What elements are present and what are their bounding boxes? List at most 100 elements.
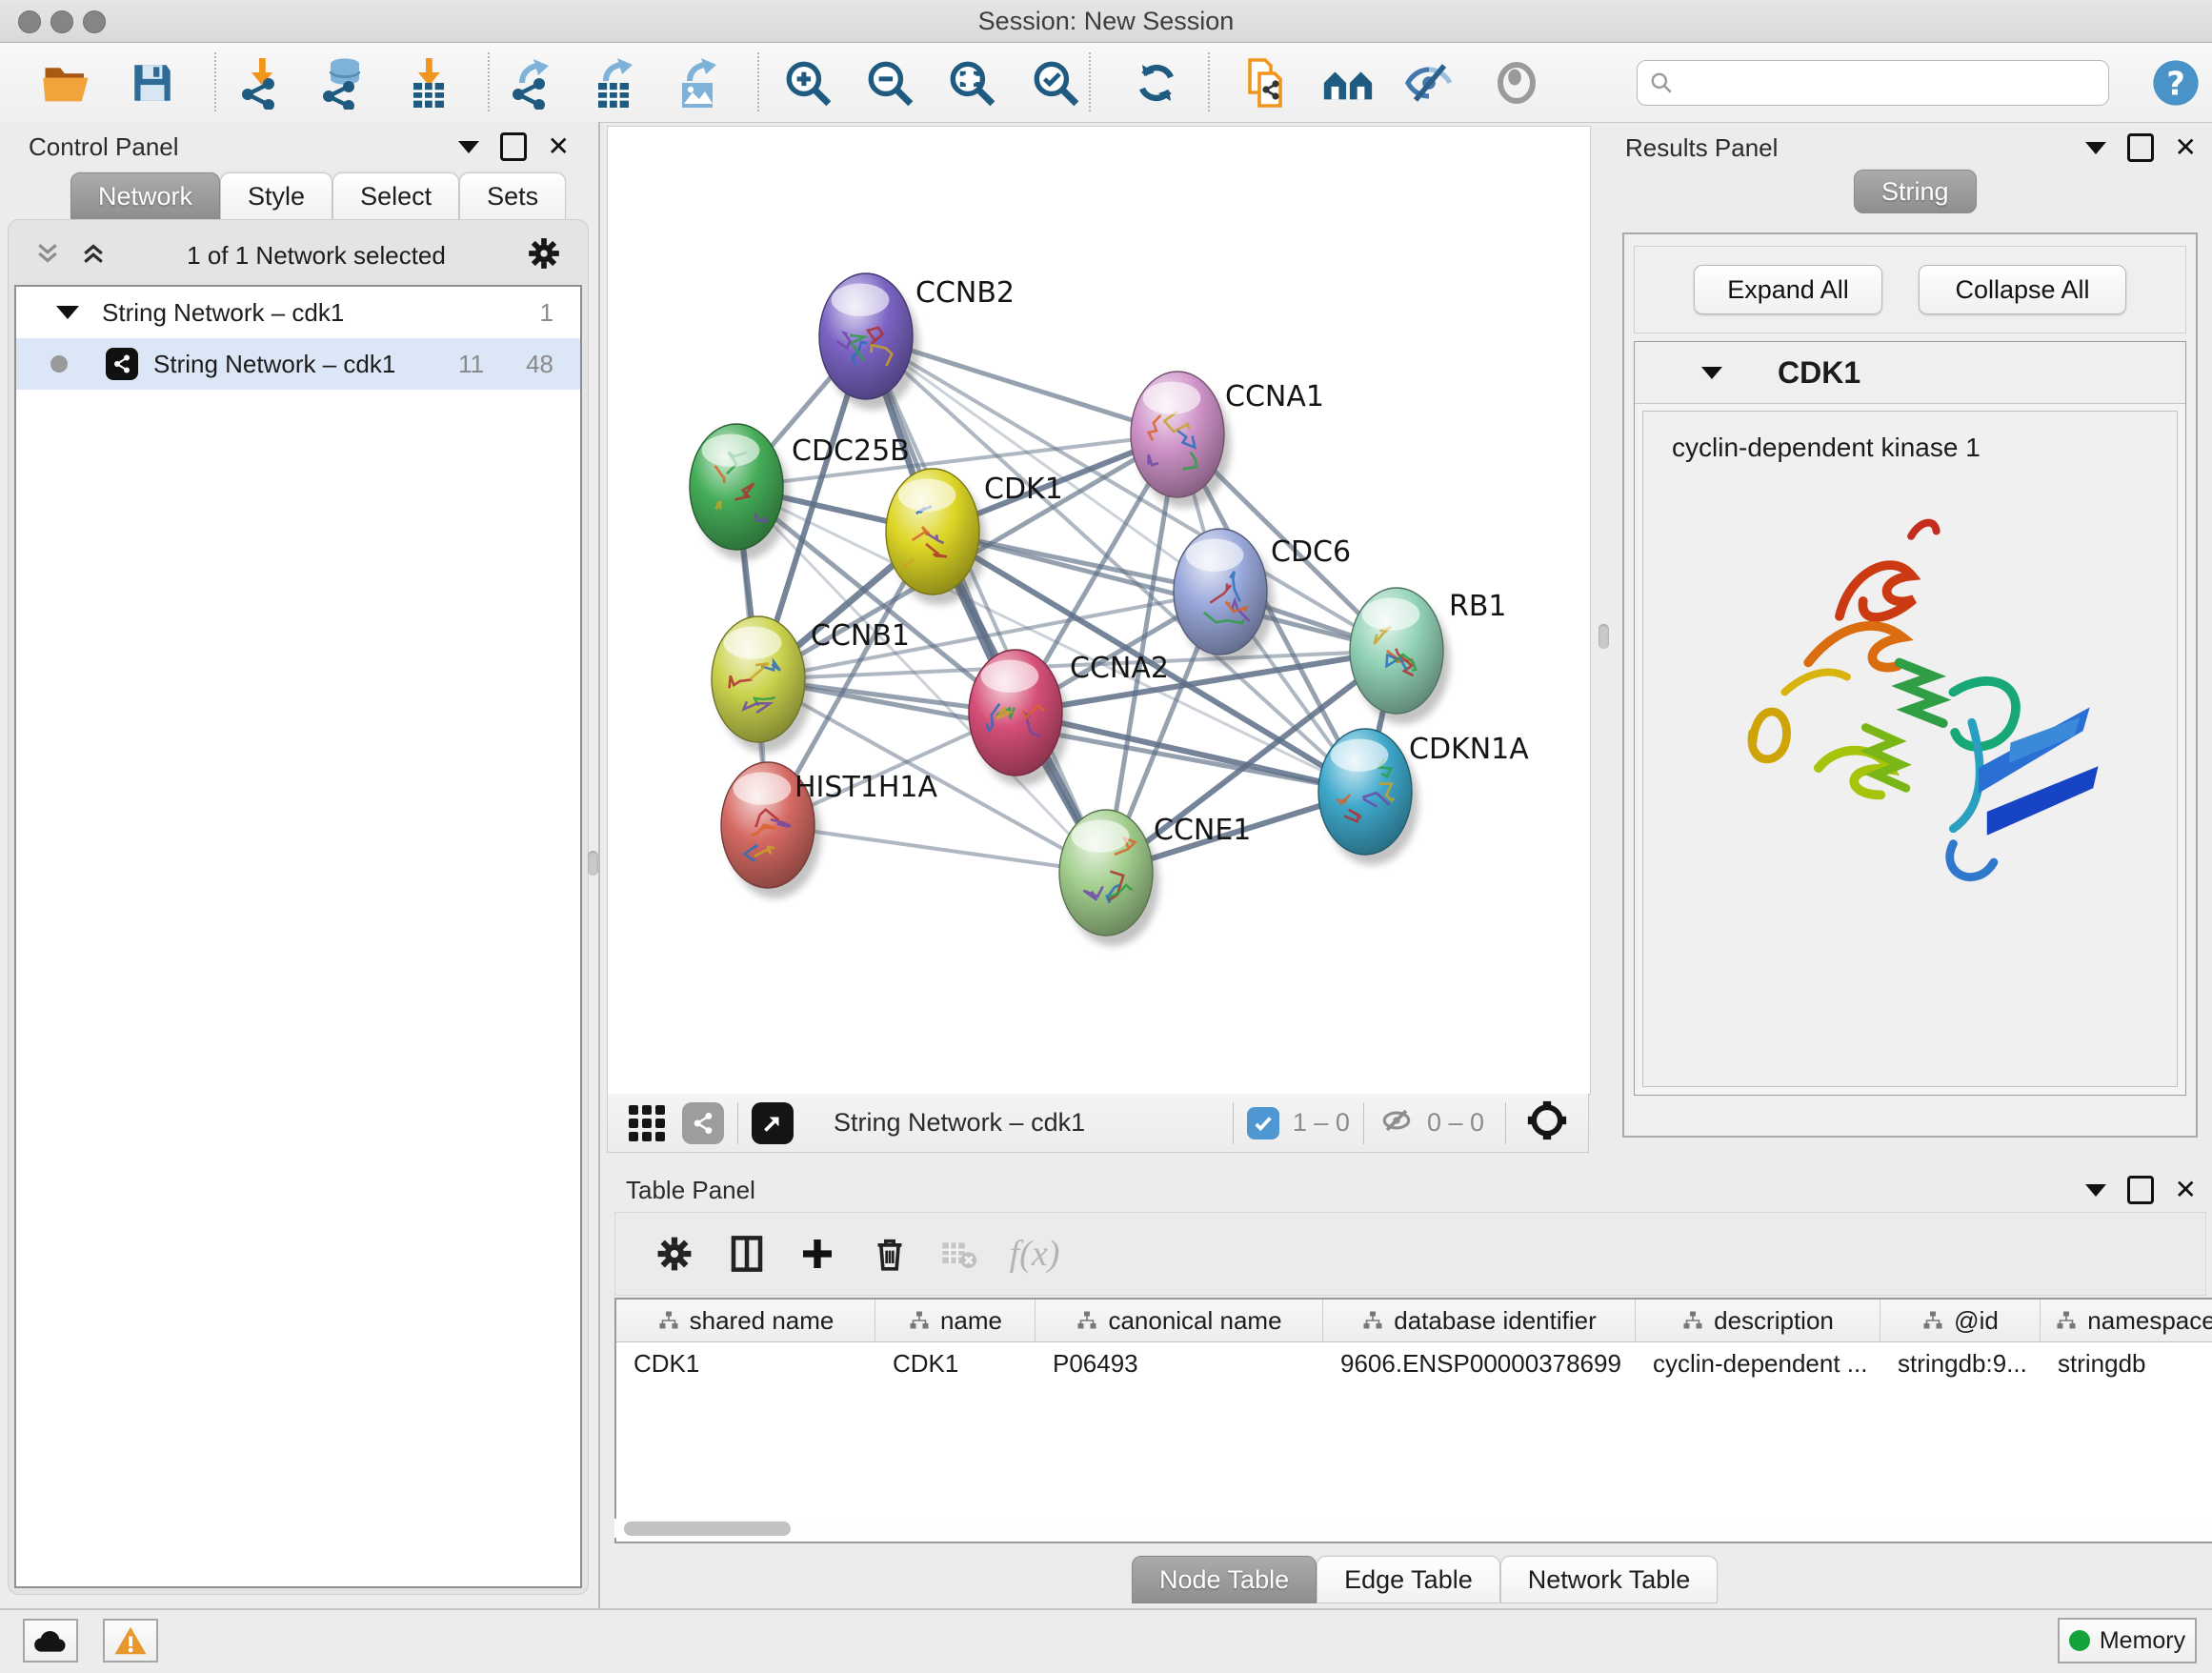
network-node[interactable] <box>1350 588 1450 724</box>
tab-style[interactable]: Style <box>220 172 332 220</box>
node-table[interactable]: shared namenamecanonical namedatabase id… <box>614 1298 2212 1543</box>
column-header-database-identifier[interactable]: database identifier <box>1323 1300 1636 1341</box>
control-panel-float-icon[interactable] <box>500 132 527 161</box>
expand-all-networks-icon[interactable] <box>79 238 108 273</box>
node-label: CCNA1 <box>1225 380 1324 413</box>
detach-view-icon[interactable] <box>752 1102 794 1144</box>
table-row[interactable]: CDK1CDK1P064939606.ENSP00000378699cyclin… <box>616 1342 2212 1384</box>
zoom-selected-icon[interactable] <box>1027 54 1084 111</box>
function-builder-icon[interactable]: f(x) <box>1006 1225 1063 1282</box>
memory-button[interactable]: Memory <box>2058 1618 2197 1663</box>
tab-network[interactable]: Network <box>70 172 220 220</box>
network-row[interactable]: String Network – cdk1 11 48 <box>16 338 580 390</box>
tab-network-table[interactable]: Network Table <box>1500 1556 1719 1603</box>
tab-select[interactable]: Select <box>332 172 459 220</box>
tab-edge-table[interactable]: Edge Table <box>1317 1556 1500 1603</box>
results-panel-close-icon[interactable]: ✕ <box>2175 134 2197 161</box>
import-network-file-icon[interactable] <box>232 54 290 111</box>
clone-network-icon[interactable] <box>1238 54 1296 111</box>
results-panel: Results Panel ✕ String Expand All Collap… <box>1619 122 2212 1138</box>
network-canvas[interactable]: CCNB2CCNA1CDC25BCDK1CDC6RB1CCNB1CCNA2CDK… <box>607 126 1591 1095</box>
tab-string[interactable]: String <box>1854 170 1977 213</box>
tab-node-table[interactable]: Node Table <box>1132 1556 1317 1603</box>
collapse-all-button[interactable]: Collapse All <box>1919 265 2126 314</box>
table-panel-close-icon[interactable]: ✕ <box>2175 1177 2197 1203</box>
column-header-description[interactable]: description <box>1636 1300 1880 1341</box>
tab-sets[interactable]: Sets <box>459 172 566 220</box>
search-input[interactable] <box>1637 60 2109 106</box>
collapse-all-networks-icon[interactable] <box>33 238 62 273</box>
help-icon[interactable]: ? <box>2147 54 2204 111</box>
network-options-gear-icon[interactable] <box>525 234 563 277</box>
table-options-gear-icon[interactable] <box>646 1225 703 1282</box>
table-cell: CDK1 <box>875 1342 1036 1384</box>
grid-view-icon[interactable] <box>629 1105 665 1141</box>
status-bar: Memory <box>0 1608 2212 1673</box>
hidden-eye-icon[interactable] <box>1377 1104 1416 1141</box>
selected-checkbox-icon[interactable] <box>1247 1107 1279 1139</box>
cloud-button[interactable] <box>23 1619 78 1663</box>
save-session-icon[interactable] <box>124 54 181 111</box>
warnings-button[interactable] <box>103 1619 158 1663</box>
zoom-out-icon[interactable] <box>861 54 918 111</box>
import-network-database-icon[interactable] <box>314 54 372 111</box>
column-header--id[interactable]: @id <box>1880 1300 2041 1341</box>
column-header-canonical-name[interactable]: canonical name <box>1036 1300 1323 1341</box>
import-table-icon[interactable] <box>400 54 457 111</box>
delete-table-icon[interactable] <box>930 1225 987 1282</box>
string-network-badge-icon <box>106 348 138 380</box>
network-nodes <box>690 273 1450 946</box>
network-node[interactable] <box>1059 810 1159 946</box>
network-node[interactable] <box>819 273 919 410</box>
export-table-icon[interactable] <box>585 54 642 111</box>
control-panel-close-icon[interactable]: ✕ <box>548 133 570 160</box>
network-node[interactable] <box>969 650 1069 786</box>
toolbar-separator <box>757 52 759 111</box>
network-current-dot-icon <box>50 355 68 373</box>
export-image-icon[interactable] <box>669 54 726 111</box>
table-panel: Table Panel ✕ f(x) shared namenamecanoni… <box>607 1155 2212 1608</box>
table-panel-menu-icon[interactable] <box>2085 1184 2106 1197</box>
node-label: RB1 <box>1449 590 1507 623</box>
column-header-shared-name[interactable]: shared name <box>616 1300 875 1341</box>
table-panel-float-icon[interactable] <box>2127 1176 2154 1204</box>
table-toolbar: f(x) <box>614 1212 2206 1296</box>
export-network-icon[interactable] <box>503 54 560 111</box>
node-label: CDK1 <box>984 473 1063 506</box>
string-view-badge-icon[interactable] <box>682 1102 724 1144</box>
node-label: CCNB1 <box>811 619 910 653</box>
protein-structure-image <box>1700 488 2139 888</box>
network-node[interactable] <box>1174 529 1274 665</box>
birds-eye-view-icon[interactable] <box>1525 1099 1569 1147</box>
toolbar-separator <box>214 52 216 111</box>
create-column-icon[interactable] <box>789 1225 846 1282</box>
svg-text:?: ? <box>2166 65 2185 102</box>
network-view-title: String Network – cdk1 <box>834 1108 1219 1138</box>
zoom-fit-icon[interactable] <box>943 54 1000 111</box>
column-header-name[interactable]: name <box>875 1300 1036 1341</box>
control-panel-menu-icon[interactable] <box>458 141 479 153</box>
first-neighbors-icon[interactable] <box>1319 54 1377 111</box>
network-node[interactable] <box>1318 729 1418 865</box>
refresh-icon[interactable] <box>1128 54 1185 111</box>
protein-section-header[interactable]: CDK1 <box>1635 342 2185 404</box>
results-panel-float-icon[interactable] <box>2127 133 2154 162</box>
results-panel-menu-icon[interactable] <box>2085 142 2106 154</box>
toolbar-separator <box>1208 52 1210 111</box>
column-header-namespace[interactable]: namespace <box>2041 1300 2212 1341</box>
delete-column-icon[interactable] <box>861 1225 918 1282</box>
expand-all-button[interactable]: Expand All <box>1694 265 1882 314</box>
table-cell: CDK1 <box>616 1342 875 1384</box>
left-splitter-handle[interactable] <box>588 851 598 876</box>
zoom-in-icon[interactable] <box>779 54 836 111</box>
right-splitter-handle[interactable] <box>1599 624 1609 649</box>
open-session-icon[interactable] <box>38 54 95 111</box>
network-collection-row[interactable]: String Network – cdk1 1 <box>16 287 580 338</box>
network-node[interactable] <box>712 616 812 753</box>
show-all-icon[interactable] <box>1488 54 1545 111</box>
protein-collapse-icon[interactable] <box>1701 367 1722 379</box>
hide-selected-icon[interactable] <box>1400 54 1458 111</box>
table-hscrollbar[interactable] <box>614 1519 2212 1538</box>
show-columns-icon[interactable] <box>718 1225 775 1282</box>
collection-expand-icon[interactable] <box>56 306 79 319</box>
